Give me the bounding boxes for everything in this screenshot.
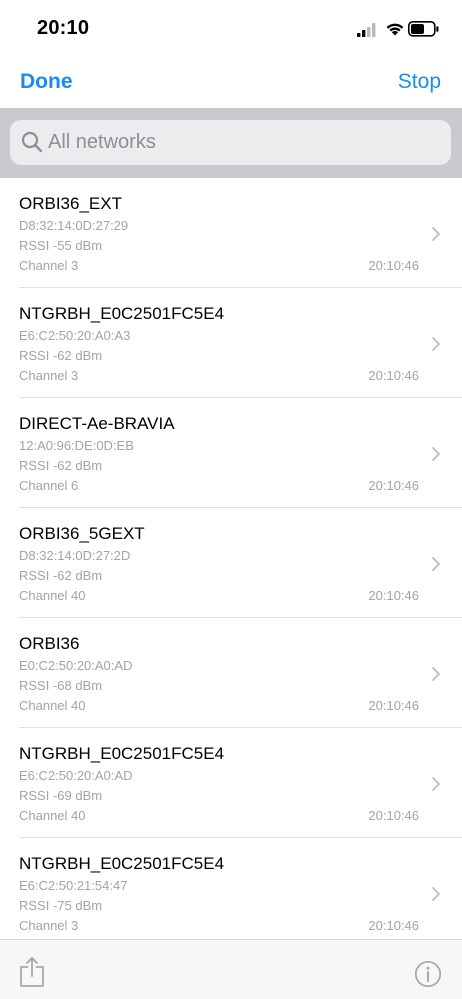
nav-bar: Done Stop: [0, 58, 462, 108]
network-name: NTGRBH_E0C2501FC5E4: [19, 854, 225, 873]
search-input[interactable]: [48, 120, 438, 165]
network-row[interactable]: NTGRBH_E0C2501FC5E4 E6:C2:50:20:A0:A3 RS…: [0, 288, 462, 398]
network-row[interactable]: DIRECT-Ae-BRAVIA 12:A0:96:DE:0D:EB RSSI …: [0, 398, 462, 508]
network-mac: D8:32:14:0D:27:2D: [19, 548, 131, 563]
network-channel: Channel 3: [19, 258, 79, 273]
wifi-icon: [385, 20, 405, 41]
network-rssi: RSSI -68 dBm: [19, 678, 103, 693]
network-channel: Channel 6: [19, 478, 79, 493]
network-row[interactable]: ORBI36_5GEXT D8:32:14:0D:27:2D RSSI -62 …: [0, 508, 462, 618]
network-name: ORBI36_EXT: [19, 194, 122, 213]
network-rssi: RSSI -62 dBm: [19, 568, 103, 583]
chevron-right-icon: [431, 446, 441, 467]
network-mac: D8:32:14:0D:27:29: [19, 218, 129, 233]
chevron-right-icon: [431, 336, 441, 357]
network-channel: Channel 40: [19, 808, 86, 823]
network-channel: Channel 40: [19, 588, 86, 603]
network-rssi: RSSI -62 dBm: [19, 458, 103, 473]
info-icon[interactable]: [414, 960, 442, 993]
network-name: NTGRBH_E0C2501FC5E4: [19, 304, 225, 323]
done-button[interactable]: Done: [20, 70, 73, 94]
network-name: ORBI36_5GEXT: [19, 524, 145, 543]
network-channel: Channel 40: [19, 698, 86, 713]
network-list: ORBI36_EXT D8:32:14:0D:27:29 RSSI -55 dB…: [0, 178, 462, 939]
network-rssi: RSSI -62 dBm: [19, 348, 103, 363]
network-mac: E6:C2:50:20:A0:AD: [19, 768, 133, 783]
network-row[interactable]: ORBI36 E0:C2:50:20:A0:AD RSSI -68 dBm Ch…: [0, 618, 462, 728]
network-time: 20:10:46: [368, 258, 419, 273]
status-time: 20:10: [37, 17, 90, 39]
signal-icon: [357, 23, 377, 42]
network-time: 20:10:46: [368, 808, 419, 823]
network-mac: E0:C2:50:20:A0:AD: [19, 658, 133, 673]
network-mac: E6:C2:50:21:54:47: [19, 878, 128, 893]
network-row[interactable]: ORBI36_EXT D8:32:14:0D:27:29 RSSI -55 dB…: [0, 178, 462, 288]
network-channel: Channel 3: [19, 368, 79, 383]
search-box[interactable]: [10, 120, 451, 165]
chevron-right-icon: [431, 886, 441, 907]
chevron-right-icon: [431, 226, 441, 247]
network-time: 20:10:46: [368, 588, 419, 603]
search-icon: [21, 131, 43, 158]
share-icon[interactable]: [19, 956, 45, 993]
network-channel: Channel 3: [19, 918, 79, 933]
network-name: NTGRBH_E0C2501FC5E4: [19, 744, 225, 763]
network-row[interactable]: NTGRBH_E0C2501FC5E4 E6:C2:50:20:A0:AD RS…: [0, 728, 462, 838]
network-name: DIRECT-Ae-BRAVIA: [19, 414, 175, 433]
stop-button[interactable]: Stop: [398, 70, 441, 94]
chevron-right-icon: [431, 556, 441, 577]
network-rssi: RSSI -55 dBm: [19, 238, 103, 253]
screen: 20:10 Done Stop All networks ORBI36_EXT …: [0, 0, 462, 999]
network-name: ORBI36: [19, 634, 80, 653]
bottom-toolbar: [0, 939, 462, 999]
network-rssi: RSSI -75 dBm: [19, 898, 103, 913]
network-mac: E6:C2:50:20:A0:A3: [19, 328, 131, 343]
network-rssi: RSSI -69 dBm: [19, 788, 103, 803]
network-time: 20:10:46: [368, 918, 419, 933]
network-time: 20:10:46: [368, 698, 419, 713]
chevron-right-icon: [431, 776, 441, 797]
network-mac: 12:A0:96:DE:0D:EB: [19, 438, 134, 453]
network-time: 20:10:46: [368, 478, 419, 493]
status-bar: 20:10: [0, 0, 462, 58]
chevron-right-icon: [431, 666, 441, 687]
search-bar: [0, 108, 462, 178]
battery-icon: [408, 21, 440, 42]
network-time: 20:10:46: [368, 368, 419, 383]
network-row[interactable]: NTGRBH_E0C2501FC5E4 E6:C2:50:21:54:47 RS…: [0, 838, 462, 939]
